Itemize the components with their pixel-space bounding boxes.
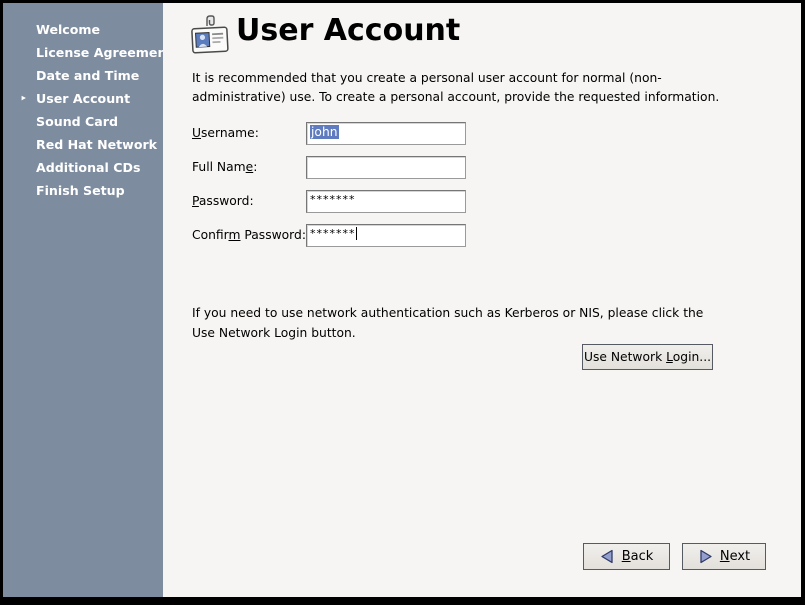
label-text: ack [631, 549, 654, 564]
sidebar-item-license-agreement[interactable]: License Agreement [3, 41, 163, 64]
fullname-input[interactable] [306, 156, 466, 179]
main-panel: User Account It is recommended that you … [163, 3, 801, 597]
intro-text: It is recommended that you create a pers… [192, 69, 719, 107]
username-input[interactable]: john [306, 122, 466, 145]
firstboot-window: { "sidebar": { "active_marker": "\u2023"… [0, 0, 805, 605]
button-label: Next [720, 549, 750, 564]
button-label: Back [622, 549, 654, 564]
label-text: ext [730, 549, 751, 564]
sidebar-item-user-account[interactable]: ‣ User Account [3, 87, 163, 110]
label-accelerator: L [666, 350, 673, 364]
label-text: Confir [192, 228, 229, 242]
sidebar-item-date-and-time[interactable]: Date and Time [3, 64, 163, 87]
sidebar-item-welcome[interactable]: Welcome [3, 18, 163, 41]
label-accelerator: N [720, 549, 730, 564]
use-network-login-button[interactable]: Use Network Login... [582, 344, 713, 370]
label-text: Password: [240, 228, 306, 242]
label-text: Full Nam [192, 160, 246, 174]
sidebar-item-finish-setup[interactable]: Finish Setup [3, 179, 163, 202]
password-input[interactable]: ******* [306, 190, 466, 213]
intro-line-2: administrative) use. To create a persona… [192, 90, 719, 104]
back-button[interactable]: Back [583, 543, 670, 570]
network-auth-note: If you need to use network authenticatio… [192, 303, 703, 343]
selected-text: john [310, 125, 339, 139]
id-badge-icon [189, 14, 231, 58]
label-accelerator: U [192, 126, 201, 140]
sidebar-item-additional-cds[interactable]: Additional CDs [3, 156, 163, 179]
password-label: Password: [192, 194, 254, 208]
network-note-line-2: Use Network Login button. [192, 326, 356, 340]
label-accelerator: B [622, 549, 631, 564]
fullname-label: Full Name: [192, 160, 257, 174]
sidebar-item-label: Date and Time [36, 68, 139, 83]
network-note-line-1: If you need to use network authenticatio… [192, 306, 703, 320]
next-arrow-icon [698, 549, 713, 564]
sidebar-item-sound-card[interactable]: Sound Card [3, 110, 163, 133]
masked-password-text: ******* [310, 227, 356, 240]
label-accelerator: P [192, 194, 199, 208]
sidebar-item-label: User Account [36, 91, 130, 106]
username-label: Username: [192, 126, 259, 140]
intro-line-1: It is recommended that you create a pers… [192, 71, 662, 85]
sidebar-item-label: Finish Setup [36, 183, 125, 198]
confirm-password-input[interactable]: ******* [306, 224, 466, 247]
sidebar-item-red-hat-network[interactable]: Red Hat Network [3, 133, 163, 156]
wizard-step-sidebar: Welcome License Agreement Date and Time … [3, 3, 163, 597]
masked-password-text: ******* [310, 193, 356, 206]
sidebar-item-label: Sound Card [36, 114, 118, 129]
label-text: ogin... [673, 350, 711, 364]
page-title: User Account [236, 13, 460, 48]
next-button[interactable]: Next [682, 543, 766, 570]
back-arrow-icon [600, 549, 615, 564]
sidebar-item-label: License Agreement [36, 45, 172, 60]
active-step-arrow-icon: ‣ [20, 87, 27, 110]
sidebar-item-label: Red Hat Network [36, 137, 157, 152]
sidebar-item-label: Welcome [36, 22, 100, 37]
sidebar-item-label: Additional CDs [36, 160, 140, 175]
confirm-password-label: Confirm Password: [192, 228, 306, 242]
label-text: : [253, 160, 257, 174]
label-text: assword: [199, 194, 254, 208]
button-label: Use Network Login... [584, 350, 711, 364]
label-accelerator: m [229, 228, 241, 242]
wizard-window: Welcome License Agreement Date and Time … [3, 3, 801, 597]
label-text: Use Network [584, 350, 666, 364]
label-text: sername: [201, 126, 259, 140]
